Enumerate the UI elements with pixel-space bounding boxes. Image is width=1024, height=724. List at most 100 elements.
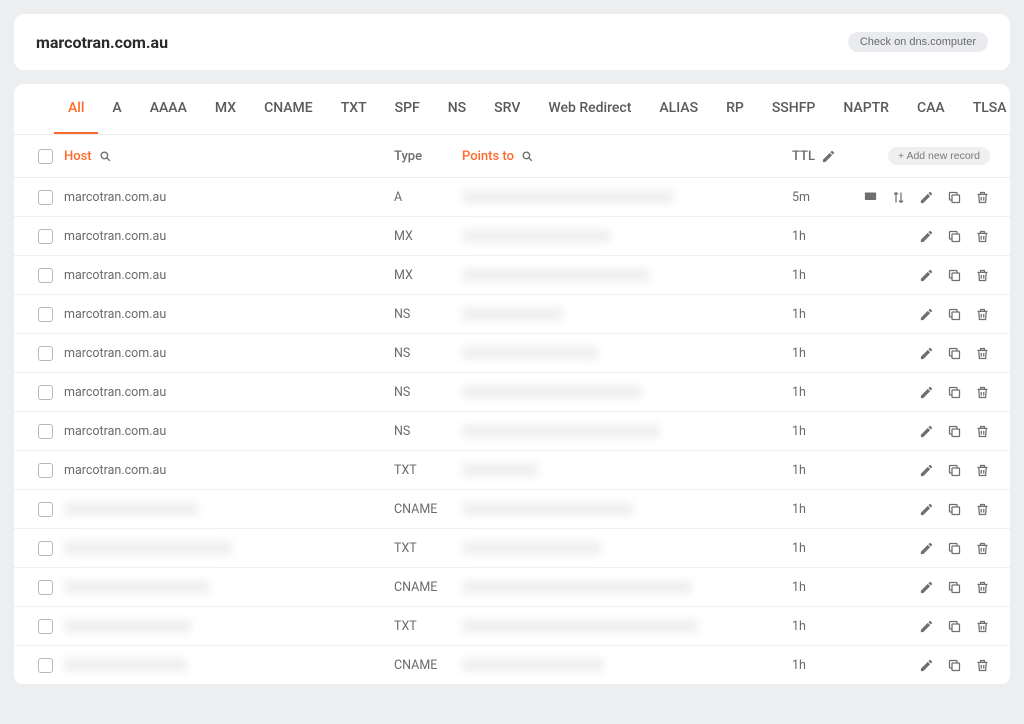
tab-tlsa[interactable]: TLSA bbox=[959, 84, 1010, 134]
domain-title: marcotran.com.au bbox=[36, 33, 168, 52]
search-icon[interactable] bbox=[98, 148, 114, 164]
tab-naptr[interactable]: NAPTR bbox=[829, 84, 903, 134]
ttl-value: 1h bbox=[792, 268, 806, 283]
type-value: TXT bbox=[394, 619, 417, 634]
trash-icon[interactable] bbox=[974, 540, 990, 556]
row-checkbox[interactable] bbox=[38, 307, 53, 322]
select-all-checkbox[interactable] bbox=[38, 149, 53, 164]
pencil-icon[interactable] bbox=[918, 306, 934, 322]
tab-rp[interactable]: RP bbox=[712, 84, 758, 134]
trash-icon[interactable] bbox=[974, 228, 990, 244]
tab-a[interactable]: A bbox=[98, 84, 135, 134]
copy-icon[interactable] bbox=[946, 345, 962, 361]
pencil-icon[interactable] bbox=[918, 345, 934, 361]
copy-icon[interactable] bbox=[946, 579, 962, 595]
type-value: MX bbox=[394, 229, 413, 244]
pencil-icon[interactable] bbox=[918, 540, 934, 556]
tab-web-redirect[interactable]: Web Redirect bbox=[534, 84, 645, 134]
row-checkbox[interactable] bbox=[38, 190, 53, 205]
tab-txt[interactable]: TXT bbox=[327, 84, 381, 134]
row-checkbox[interactable] bbox=[38, 658, 53, 673]
tab-mx[interactable]: MX bbox=[201, 84, 250, 134]
pencil-icon[interactable] bbox=[918, 228, 934, 244]
row-checkbox[interactable] bbox=[38, 229, 53, 244]
tab-alias[interactable]: ALIAS bbox=[645, 84, 712, 134]
trash-icon[interactable] bbox=[974, 189, 990, 205]
pencil-icon[interactable] bbox=[918, 618, 934, 634]
type-value: NS bbox=[394, 424, 410, 439]
copy-icon[interactable] bbox=[946, 423, 962, 439]
tab-sshfp[interactable]: SSHFP bbox=[758, 84, 830, 134]
row-checkbox[interactable] bbox=[38, 424, 53, 439]
copy-icon[interactable] bbox=[946, 189, 962, 205]
pencil-icon[interactable] bbox=[918, 657, 934, 673]
row-checkbox[interactable] bbox=[38, 385, 53, 400]
pencil-icon[interactable] bbox=[918, 189, 934, 205]
trash-icon[interactable] bbox=[974, 462, 990, 478]
add-record-button[interactable]: + Add new record bbox=[888, 147, 990, 165]
copy-icon[interactable] bbox=[946, 228, 962, 244]
pencil-icon[interactable] bbox=[918, 384, 934, 400]
pencil-icon[interactable] bbox=[918, 423, 934, 439]
sort-icon[interactable] bbox=[890, 189, 906, 205]
trash-icon[interactable] bbox=[974, 579, 990, 595]
points-to-value-redacted bbox=[462, 190, 674, 204]
trash-icon[interactable] bbox=[974, 267, 990, 283]
pencil-icon[interactable] bbox=[821, 148, 837, 164]
copy-icon[interactable] bbox=[946, 540, 962, 556]
copy-icon[interactable] bbox=[946, 267, 962, 283]
row-checkbox[interactable] bbox=[38, 346, 53, 361]
points-to-value-redacted bbox=[462, 307, 563, 321]
col-points-header[interactable]: Points to bbox=[462, 149, 514, 164]
screen-icon[interactable] bbox=[862, 189, 878, 205]
pencil-icon[interactable] bbox=[918, 501, 934, 517]
copy-icon[interactable] bbox=[946, 462, 962, 478]
tab-all[interactable]: All bbox=[54, 84, 98, 134]
pencil-icon[interactable] bbox=[918, 462, 934, 478]
tab-ns[interactable]: NS bbox=[434, 84, 480, 134]
record-type-tabs: AllAAAAAMXCNAMETXTSPFNSSRVWeb RedirectAL… bbox=[14, 84, 1010, 135]
type-value: CNAME bbox=[394, 580, 437, 595]
tab-caa[interactable]: CAA bbox=[903, 84, 959, 134]
table-row: marcotran.com.auA5m bbox=[14, 178, 1010, 217]
type-value: MX bbox=[394, 268, 413, 283]
table-row: CNAME1h bbox=[14, 568, 1010, 607]
row-checkbox[interactable] bbox=[38, 541, 53, 556]
search-icon[interactable] bbox=[520, 148, 536, 164]
copy-icon[interactable] bbox=[946, 618, 962, 634]
points-to-value-redacted bbox=[462, 541, 601, 555]
col-ttl-header[interactable]: TTL bbox=[792, 149, 815, 164]
row-checkbox[interactable] bbox=[38, 502, 53, 517]
ttl-value: 5m bbox=[792, 190, 810, 205]
col-type-header[interactable]: Type bbox=[394, 149, 422, 164]
trash-icon[interactable] bbox=[974, 501, 990, 517]
ttl-value: 1h bbox=[792, 229, 806, 244]
copy-icon[interactable] bbox=[946, 657, 962, 673]
row-checkbox[interactable] bbox=[38, 580, 53, 595]
copy-icon[interactable] bbox=[946, 384, 962, 400]
points-to-value-redacted bbox=[462, 424, 660, 438]
row-checkbox[interactable] bbox=[38, 619, 53, 634]
trash-icon[interactable] bbox=[974, 384, 990, 400]
type-value: A bbox=[394, 190, 402, 205]
row-checkbox[interactable] bbox=[38, 463, 53, 478]
trash-icon[interactable] bbox=[974, 657, 990, 673]
copy-icon[interactable] bbox=[946, 501, 962, 517]
col-host-header[interactable]: Host bbox=[64, 149, 92, 164]
trash-icon[interactable] bbox=[974, 345, 990, 361]
tab-spf[interactable]: SPF bbox=[381, 84, 434, 134]
tab-cname[interactable]: CNAME bbox=[250, 84, 327, 134]
check-dns-button[interactable]: Check on dns.computer bbox=[848, 32, 988, 52]
copy-icon[interactable] bbox=[946, 306, 962, 322]
tab-srv[interactable]: SRV bbox=[480, 84, 534, 134]
table-row: marcotran.com.auNS1h bbox=[14, 295, 1010, 334]
points-to-value-redacted bbox=[462, 268, 650, 282]
trash-icon[interactable] bbox=[974, 306, 990, 322]
pencil-icon[interactable] bbox=[918, 267, 934, 283]
row-checkbox[interactable] bbox=[38, 268, 53, 283]
pencil-icon[interactable] bbox=[918, 579, 934, 595]
tab-aaaa[interactable]: AAAA bbox=[136, 84, 201, 134]
trash-icon[interactable] bbox=[974, 618, 990, 634]
trash-icon[interactable] bbox=[974, 423, 990, 439]
host-value-redacted bbox=[64, 580, 210, 594]
